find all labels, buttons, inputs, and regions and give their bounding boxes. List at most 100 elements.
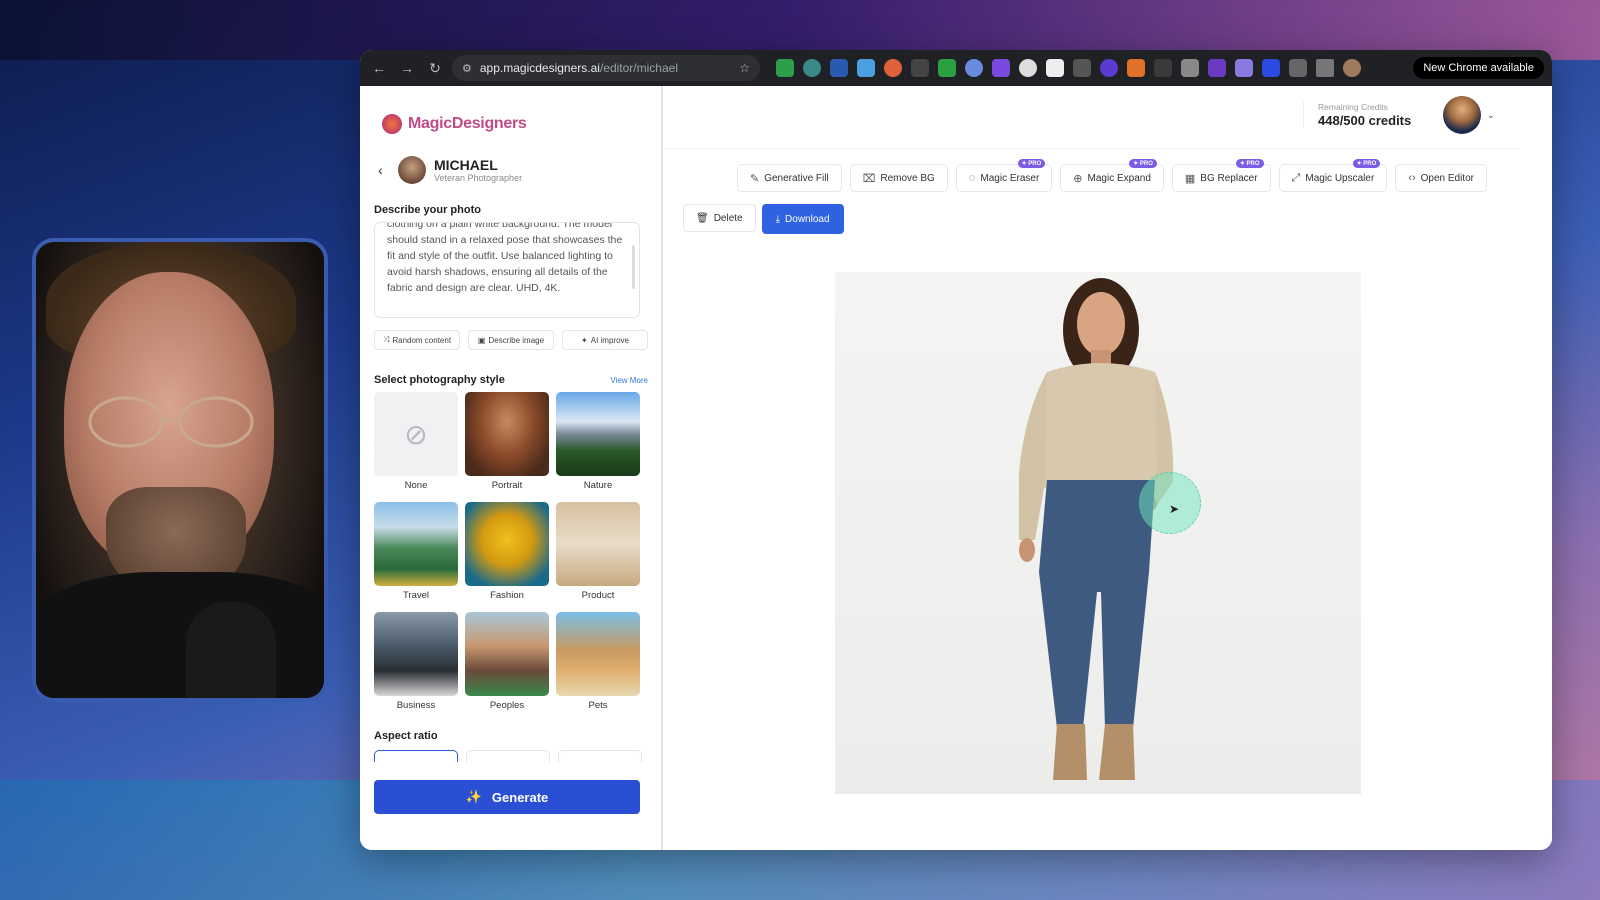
chip-label: Describe image — [488, 335, 545, 345]
code-icon: ‹› — [1408, 172, 1416, 184]
header-divider — [663, 148, 1519, 149]
generative-fill-button[interactable]: ✎ Generative Fill — [737, 164, 842, 192]
generated-image[interactable]: ➤ — [835, 272, 1361, 794]
download-icon[interactable] — [1316, 59, 1334, 77]
delete-label: Delete — [713, 212, 743, 224]
extension-icon[interactable] — [938, 59, 956, 77]
profile-menu[interactable]: ⌄ — [1443, 96, 1495, 134]
extension-icon[interactable] — [1181, 59, 1199, 77]
aspect-option[interactable] — [558, 750, 642, 762]
style-label: Travel — [402, 590, 430, 601]
avatar — [1443, 96, 1481, 134]
download-button[interactable]: ⤓ Download — [761, 204, 844, 234]
extension-icon[interactable] — [830, 59, 848, 77]
view-more-link[interactable]: View More — [610, 376, 648, 385]
profile-icon[interactable] — [1343, 59, 1361, 77]
mouse-pointer-icon: ➤ — [1169, 502, 1180, 516]
magic-eraser-button[interactable]: ✦ PRO ◌ Magic Eraser — [955, 159, 1053, 192]
magic-expand-button[interactable]: ✦ PRO ⊕ Magic Expand — [1060, 159, 1164, 192]
bookmark-star-icon[interactable]: ☆ — [739, 61, 750, 75]
extension-icon[interactable] — [911, 59, 929, 77]
style-option-portrait[interactable]: Portrait — [465, 392, 549, 498]
style-thumb — [556, 502, 640, 586]
wand-icon: ✎ — [750, 172, 760, 185]
pro-badge: ✦ PRO — [1129, 159, 1157, 168]
style-option-nature[interactable]: Nature — [556, 392, 640, 498]
tool-label: Remove BG — [880, 172, 935, 184]
credits-label: Remaining Credits — [1318, 102, 1388, 112]
extension-icon[interactable] — [1019, 59, 1037, 77]
generate-label: Generate — [491, 789, 549, 805]
style-option-none[interactable]: ⊘ None — [374, 392, 458, 498]
user-name: MICHAEL — [434, 157, 498, 173]
style-option-product[interactable]: Product — [556, 502, 640, 608]
sparkle-icon: ✦ — [581, 335, 588, 345]
ai-improve-button[interactable]: ✦ AI improve — [562, 330, 648, 350]
style-label: Pets — [588, 700, 608, 711]
aspect-options — [374, 750, 648, 762]
back-chevron-icon[interactable]: ‹ — [378, 162, 390, 178]
reload-icon[interactable]: ↻ — [424, 60, 446, 77]
chip-label: AI improve — [590, 335, 629, 345]
forward-icon[interactable]: → — [396, 60, 418, 76]
puzzle-icon[interactable] — [1289, 59, 1307, 77]
style-option-business[interactable]: Business — [374, 612, 458, 718]
extension-icon[interactable] — [1100, 59, 1118, 77]
extension-icon[interactable] — [1154, 59, 1172, 77]
extension-icon[interactable] — [1127, 59, 1145, 77]
chevron-down-icon: ⌄ — [1487, 109, 1495, 120]
site-settings-icon[interactable]: ⚙ — [462, 62, 472, 75]
style-label: Portrait — [491, 480, 523, 491]
style-option-fashion[interactable]: Fashion — [465, 502, 549, 608]
address-bar[interactable]: ⚙ app.magicdesigners.ai/editor/michael ☆ — [452, 55, 760, 81]
style-thumb — [465, 612, 549, 696]
style-header: Select photography style View More — [374, 374, 648, 386]
aspect-title: Aspect ratio — [374, 730, 438, 742]
delete-button[interactable]: 🗑 Delete — [683, 204, 756, 232]
style-option-travel[interactable]: Travel — [374, 502, 458, 608]
brand-name: MagicDesigners — [408, 115, 527, 132]
shuffle-icon: ⤨ — [382, 335, 390, 344]
extension-icon[interactable] — [992, 59, 1010, 77]
prompt-textarea[interactable]: clothing on a plain white background. Th… — [374, 222, 640, 318]
bg-replacer-button[interactable]: ✦ PRO ▦ BG Replacer — [1171, 159, 1271, 192]
extension-icon[interactable] — [803, 59, 821, 77]
remove-bg-button[interactable]: ⌧ Remove BG — [849, 164, 948, 192]
extension-icon[interactable] — [776, 59, 794, 77]
aspect-option[interactable] — [374, 750, 458, 762]
new-chrome-button[interactable]: New Chrome available — [1413, 57, 1544, 79]
style-thumb — [465, 502, 549, 586]
extension-icon[interactable] — [857, 59, 875, 77]
extension-icon[interactable] — [1262, 59, 1280, 77]
extension-icon[interactable] — [1046, 59, 1064, 77]
left-panel: MagicDesigners ‹ MICHAEL Veteran Photogr… — [360, 86, 665, 850]
random-content-button[interactable]: ⤨ Random content — [374, 330, 460, 350]
describe-image-button[interactable]: ▣ Describe image — [468, 330, 554, 350]
brand-logo[interactable]: MagicDesigners — [382, 114, 648, 134]
extension-icon[interactable] — [884, 59, 902, 77]
extension-icon[interactable] — [1235, 59, 1253, 77]
webcam-overlay — [32, 238, 328, 702]
style-thumb — [556, 392, 640, 476]
credits-display: Remaining Credits 448/500 credits — [1303, 102, 1411, 128]
extension-icon[interactable] — [1208, 59, 1226, 77]
open-editor-button[interactable]: ‹› Open Editor — [1395, 164, 1487, 192]
style-option-peoples[interactable]: Peoples — [465, 612, 549, 718]
pro-badge: ✦ PRO — [1235, 159, 1264, 168]
tool-label: Open Editor — [1420, 172, 1474, 184]
replace-icon: ▦ — [1184, 172, 1196, 185]
magic-upscaler-button[interactable]: ✦ PRO ⤢ Magic Upscaler — [1278, 159, 1388, 192]
style-thumb — [556, 612, 640, 696]
style-option-pets[interactable]: Pets — [556, 612, 640, 718]
extensions-bar — [776, 59, 1361, 77]
generate-button[interactable]: ✨ Generate — [374, 780, 640, 814]
style-title: Select photography style — [374, 374, 505, 386]
back-icon[interactable]: ← — [368, 60, 390, 76]
presenter-shirt — [36, 572, 324, 698]
download-icon: ⤓ — [775, 213, 781, 225]
extension-icon[interactable] — [1073, 59, 1091, 77]
prompt-scrollbar[interactable] — [632, 245, 635, 289]
aspect-option[interactable] — [466, 750, 550, 762]
extension-icon[interactable] — [965, 59, 983, 77]
url-host: app.magicdesigners.ai — [479, 61, 600, 75]
